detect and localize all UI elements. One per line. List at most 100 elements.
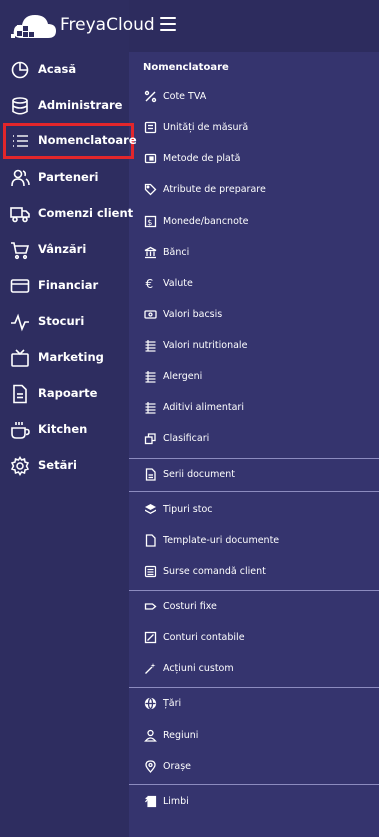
currency-icon: $ xyxy=(144,215,157,228)
submenu-divider xyxy=(129,784,379,785)
submenu-item-monede-bancnote[interactable]: $ Monede/bancnote xyxy=(129,209,379,235)
submenu-item-aditivi-alimentari[interactable]: Aditivi alimentari xyxy=(129,395,379,421)
layers-icon xyxy=(144,503,157,516)
sidebar-item-financiar[interactable]: Financiar xyxy=(0,268,129,304)
submenu-item-valori-nutritionale[interactable]: Valori nutritionale xyxy=(129,333,379,359)
wallet-icon xyxy=(144,152,157,165)
coffee-icon xyxy=(10,420,30,440)
submenu-item-label: Bănci xyxy=(163,247,190,258)
submenu-item-valori-bacsis[interactable]: Valori bacsis xyxy=(129,302,379,328)
additive-icon xyxy=(144,401,157,414)
submenu-item-label: Limbi xyxy=(163,796,189,807)
sidebar-item-label: Nomenclatoare xyxy=(38,133,137,147)
tag-icon xyxy=(144,183,157,196)
account-icon xyxy=(144,631,157,644)
sidebar-item-label: Vânzări xyxy=(38,242,87,256)
submenu-item-label: Orașe xyxy=(163,761,191,772)
sidebar-item-administrare[interactable]: Administrare xyxy=(0,88,129,124)
svg-text:$: $ xyxy=(147,218,152,227)
sidebar-item-label: Parteneri xyxy=(38,170,99,184)
submenu-item-label: Costuri fixe xyxy=(163,601,217,612)
sidebar-item-acasa[interactable]: Acasă xyxy=(0,52,129,88)
allergen-icon xyxy=(144,370,157,383)
submenu-item-clasificari[interactable]: Clasificari xyxy=(129,426,379,452)
submenu-item-label: Valori nutritionale xyxy=(163,340,248,351)
submenu-title: Nomenclatoare xyxy=(143,62,229,73)
sidebar-item-label: Stocuri xyxy=(38,314,85,328)
submenu-item-alergeni[interactable]: Alergeni xyxy=(129,364,379,390)
wand-icon xyxy=(144,662,157,675)
document-icon xyxy=(144,468,157,481)
submenu-item-conturi-contabile[interactable]: Conturi contabile xyxy=(129,625,379,651)
cloud-logo-icon xyxy=(8,10,60,42)
submenu-item-label: Valori bacsis xyxy=(163,309,223,320)
sidebar-item-marketing[interactable]: Marketing xyxy=(0,340,129,376)
submenu-item-banci[interactable]: Bănci xyxy=(129,240,379,266)
submenu-item-label: Tipuri stoc xyxy=(163,504,213,515)
submenu-item-limbi[interactable]: Limbi xyxy=(129,789,379,815)
submenu-item-label: Unități de măsură xyxy=(163,122,249,133)
pie-chart-icon xyxy=(10,60,30,80)
source-icon xyxy=(144,565,157,578)
submenu-item-label: Serii document xyxy=(163,469,236,480)
globe-icon xyxy=(144,697,157,710)
submenu-divider xyxy=(129,687,379,688)
sidebar-item-kitchen[interactable]: Kitchen xyxy=(0,412,129,448)
submenu-item-label: Valute xyxy=(163,278,193,289)
bank-icon xyxy=(144,246,157,259)
submenu-item-costuri-fixe[interactable]: Costuri fixe xyxy=(129,594,379,620)
euro-icon: € xyxy=(144,277,157,290)
region-icon xyxy=(144,729,157,742)
submenu-item-label: Monede/bancnote xyxy=(163,216,249,227)
sidebar-item-label: Comenzi client xyxy=(38,206,134,220)
sidebar-item-nomenclatoare[interactable]: Nomenclatoare xyxy=(3,123,137,159)
sidebar-item-parteneri[interactable]: Parteneri xyxy=(0,160,129,196)
submenu-item-tari[interactable]: Țări xyxy=(129,691,379,717)
sidebar-item-label: Acasă xyxy=(38,62,77,76)
submenu-item-tipuri-stoc[interactable]: Tipuri stoc xyxy=(129,497,379,523)
submenu-item-actiuni-custom[interactable]: Acțiuni custom xyxy=(129,656,379,682)
submenu-item-valute[interactable]: € Valute xyxy=(129,271,379,297)
submenu-item-label: Clasificari xyxy=(163,433,210,444)
sidebar-item-stocuri[interactable]: Stocuri xyxy=(0,304,129,340)
nutrition-icon xyxy=(144,339,157,352)
submenu-item-orase[interactable]: Orașe xyxy=(129,754,379,780)
sidebar-item-label: Administrare xyxy=(38,98,123,112)
submenu-divider xyxy=(129,458,379,459)
submenu-item-cote-tva[interactable]: Cote TVA xyxy=(129,84,379,110)
submenu-item-label: Alergeni xyxy=(163,371,203,382)
submenu-item-label: Atribute de preparare xyxy=(163,184,266,195)
price-tag-icon xyxy=(144,600,157,613)
classification-icon xyxy=(144,432,157,445)
submenu-item-label: Aditivi alimentari xyxy=(163,402,244,413)
submenu-item-serii-document[interactable]: Serii document xyxy=(129,462,379,488)
submenu-item-metode-de-plata[interactable]: Metode de plată xyxy=(129,146,379,172)
tv-icon xyxy=(10,348,30,368)
cart-icon xyxy=(10,240,30,260)
sidebar-item-label: Setări xyxy=(38,458,77,472)
submenu-divider xyxy=(129,590,379,591)
sidebar-item-label: Financiar xyxy=(38,278,99,292)
sidebar-item-label: Marketing xyxy=(38,350,104,364)
activity-icon xyxy=(10,312,30,332)
ruler-icon xyxy=(144,121,157,134)
submenu-item-template-uri-documente[interactable]: Template-uri documente xyxy=(129,528,379,554)
submenu-item-unitati-de-masura[interactable]: Unități de măsură xyxy=(129,115,379,141)
submenu-item-label: Țări xyxy=(163,698,182,709)
submenu-item-label: Metode de plată xyxy=(163,153,241,164)
sidebar-item-label: Rapoarte xyxy=(38,386,98,400)
submenu-item-regiuni[interactable]: Regiuni xyxy=(129,723,379,749)
submenu-item-label: Surse comandă client xyxy=(163,566,266,577)
sidebar-item-vanzari[interactable]: Vânzări xyxy=(0,232,129,268)
report-icon xyxy=(10,384,30,404)
file-icon xyxy=(144,534,157,547)
submenu-item-surse-comanda-client[interactable]: Surse comandă client xyxy=(129,559,379,585)
hamburger-menu-icon[interactable] xyxy=(160,17,176,31)
cash-icon xyxy=(144,308,157,321)
truck-icon xyxy=(10,204,30,224)
sidebar-item-setari[interactable]: Setări xyxy=(0,448,129,484)
sidebar-item-rapoarte[interactable]: Rapoarte xyxy=(0,376,129,412)
sidebar-item-comenzi-client[interactable]: Comenzi client xyxy=(0,196,133,232)
submenu-item-atribute-de-preparare[interactable]: Atribute de preparare xyxy=(129,177,379,203)
submenu-item-label: Conturi contabile xyxy=(163,632,245,643)
